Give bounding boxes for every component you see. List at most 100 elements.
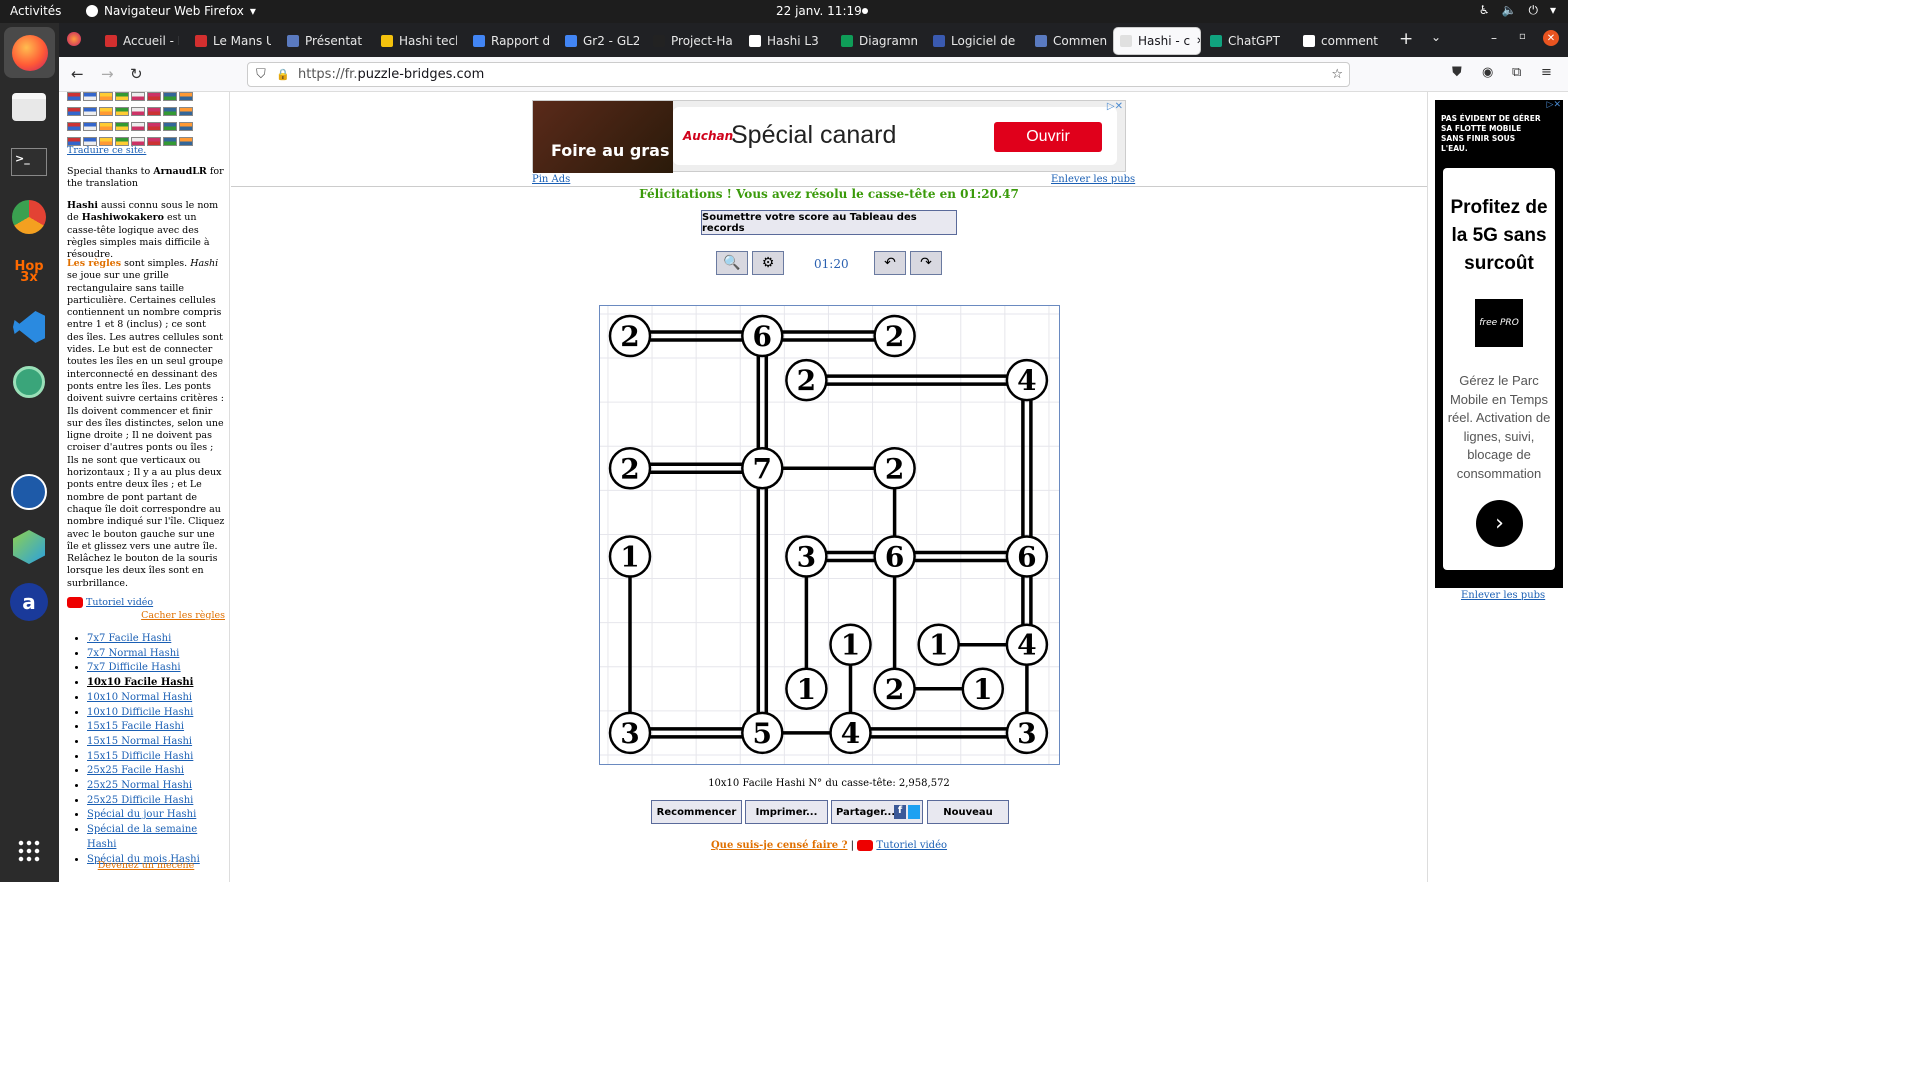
top-ad-banner[interactable]: Foire au gras Auchan Spécial canard Ouvr… <box>532 100 1126 173</box>
level-link[interactable]: Spécial du jour Hashi <box>87 809 196 820</box>
tab-3[interactable]: Présentat <box>281 28 365 54</box>
tab-8[interactable]: Hashi L3 - <box>743 28 823 54</box>
level-link[interactable]: 7x7 Difficile Hashi <box>87 662 181 673</box>
flag-icon[interactable] <box>179 92 193 101</box>
restart-button[interactable]: Recommencer <box>651 800 742 824</box>
undo-button[interactable]: ↶ <box>874 251 906 275</box>
tab-14[interactable]: comment <box>1297 28 1383 54</box>
youtube-icon[interactable] <box>67 597 83 608</box>
level-link[interactable]: 10x10 Facile Hashi <box>87 677 193 688</box>
extensions-icon[interactable]: ⧉ <box>1512 65 1521 80</box>
url-bar[interactable]: ⛉ 🔒 https://fr.puzzle-bridges.com ☆ <box>247 62 1350 87</box>
share-button[interactable]: Partager... f <box>831 800 923 824</box>
flag-icon[interactable] <box>67 107 81 116</box>
tab-12[interactable]: Hashi - c ✕ <box>1114 28 1200 54</box>
system-tray[interactable]: ♿ 🔈 ⏻ ▾ <box>1479 3 1556 18</box>
level-link[interactable]: Spécial de la semaine Hashi <box>87 824 197 850</box>
activities-button[interactable]: Activités <box>10 4 61 18</box>
cube-app-icon[interactable] <box>7 525 51 569</box>
pin-ads-link[interactable]: Pin Ads <box>532 174 570 185</box>
flag-icon[interactable] <box>115 122 129 131</box>
flag-icon[interactable] <box>83 107 97 116</box>
power-icon[interactable]: ⏻ <box>1528 3 1538 18</box>
flag-icon[interactable] <box>99 107 113 116</box>
tab-5[interactable]: Rapport d <box>467 28 549 54</box>
flag-icon[interactable] <box>131 122 145 131</box>
flag-icon[interactable] <box>131 92 145 101</box>
tab-1[interactable]: Accueil - E <box>99 28 179 54</box>
facebook-icon[interactable]: f <box>894 805 906 819</box>
flag-icon[interactable] <box>99 92 113 101</box>
flag-icon[interactable] <box>163 92 177 101</box>
tab-13[interactable]: ChatGPT <box>1204 28 1286 54</box>
flag-icon[interactable] <box>163 122 177 131</box>
level-link[interactable]: 15x15 Normal Hashi <box>87 736 192 747</box>
flag-icon[interactable] <box>99 122 113 131</box>
ad-close-icon[interactable]: ▷✕ <box>1107 101 1123 112</box>
tab-10[interactable]: Logiciel de <box>927 28 1017 54</box>
clock[interactable]: 22 janv. 11:19 <box>776 4 862 18</box>
bookmark-star-icon[interactable]: ☆ <box>1331 67 1343 82</box>
flag-icon[interactable] <box>83 92 97 101</box>
chrome-like-icon[interactable] <box>7 195 51 239</box>
video-tutorial-link[interactable]: Tutoriel vidéo <box>86 597 153 608</box>
menu-icon[interactable]: ≡ <box>1541 65 1552 80</box>
bird-app-icon[interactable] <box>7 470 51 514</box>
forward-icon[interactable]: → <box>101 65 114 83</box>
print-button[interactable]: Imprimer... <box>745 800 828 824</box>
close-icon[interactable]: ✕ <box>1543 30 1559 46</box>
shield-icon[interactable]: ⛉ <box>256 67 266 82</box>
flag-icon[interactable] <box>67 92 81 101</box>
youtube-icon[interactable] <box>857 840 874 851</box>
redo-button[interactable]: ↷ <box>910 251 942 275</box>
level-link[interactable]: 10x10 Normal Hashi <box>87 692 192 703</box>
submit-score-button[interactable]: Soumettre votre score au Tableau des rec… <box>701 210 957 235</box>
maximize-icon[interactable]: ▫ <box>1519 31 1526 42</box>
flag-icon[interactable] <box>163 107 177 116</box>
tab-4[interactable]: Hashi tech <box>375 28 457 54</box>
flag-icon[interactable] <box>147 122 161 131</box>
tab-11[interactable]: Comment <box>1029 28 1107 54</box>
minimize-icon[interactable]: – <box>1491 31 1497 45</box>
close-icon[interactable]: ✕ <box>1196 36 1200 47</box>
flag-icon[interactable] <box>131 107 145 116</box>
app-menu[interactable]: Navigateur Web Firefox ▾ <box>86 4 256 18</box>
url-text[interactable]: https://fr.puzzle-bridges.com <box>298 67 484 82</box>
ad-open-button[interactable]: Ouvrir <box>994 122 1102 152</box>
tab-6[interactable]: Gr2 - GL2 <box>559 28 639 54</box>
flag-icon[interactable] <box>179 107 193 116</box>
firefox-view-icon[interactable] <box>67 32 81 46</box>
level-link[interactable]: 15x15 Difficile Hashi <box>87 751 193 762</box>
level-link[interactable]: 15x15 Facile Hashi <box>87 721 184 732</box>
settings-button[interactable]: ⚙ <box>752 251 784 275</box>
hashi-board-svg[interactable]: 2 6 22 42 7 21 3 6 61 1 41 2 13 5 4 3 <box>600 306 1094 800</box>
ad-close-icon[interactable]: ▷✕ <box>1547 100 1561 110</box>
flag-icon[interactable] <box>179 122 193 131</box>
language-flags[interactable] <box>67 92 207 152</box>
remove-ads-link[interactable]: Enlever les pubs <box>1051 174 1135 185</box>
level-link[interactable]: 10x10 Difficile Hashi <box>87 707 193 718</box>
twitter-icon[interactable] <box>908 805 920 819</box>
level-link[interactable]: 7x7 Facile Hashi <box>87 633 171 644</box>
accessibility-icon[interactable]: ♿ <box>1479 3 1490 18</box>
flag-icon[interactable] <box>147 107 161 116</box>
new-tab-icon[interactable]: + <box>1399 29 1413 49</box>
tab-7[interactable]: Project-Ha <box>647 28 733 54</box>
level-link[interactable]: 7x7 Normal Hashi <box>87 648 179 659</box>
tab-9[interactable]: Diagramm <box>835 28 917 54</box>
atom-icon[interactable] <box>7 360 51 404</box>
remove-ads-link[interactable]: Enlever les pubs <box>1461 590 1545 601</box>
zoom-button[interactable]: 🔍 <box>716 251 748 275</box>
firefox-dock-icon[interactable] <box>4 27 55 78</box>
reload-icon[interactable]: ↻ <box>130 65 143 83</box>
chevron-down-icon[interactable]: ▾ <box>1550 3 1556 18</box>
files-icon[interactable] <box>7 85 51 129</box>
hide-rules-link[interactable]: Cacher les règles <box>67 610 225 622</box>
video-tutorial-link[interactable]: Tutoriel vidéo <box>876 840 947 851</box>
app-grid-icon[interactable] <box>7 829 51 873</box>
level-link[interactable]: 25x25 Normal Hashi <box>87 780 192 791</box>
translate-app-icon[interactable]: a <box>7 580 51 624</box>
flag-icon[interactable] <box>115 107 129 116</box>
lock-icon[interactable]: 🔒 <box>276 68 290 81</box>
pocket-icon[interactable]: ⛊ <box>1452 65 1462 80</box>
